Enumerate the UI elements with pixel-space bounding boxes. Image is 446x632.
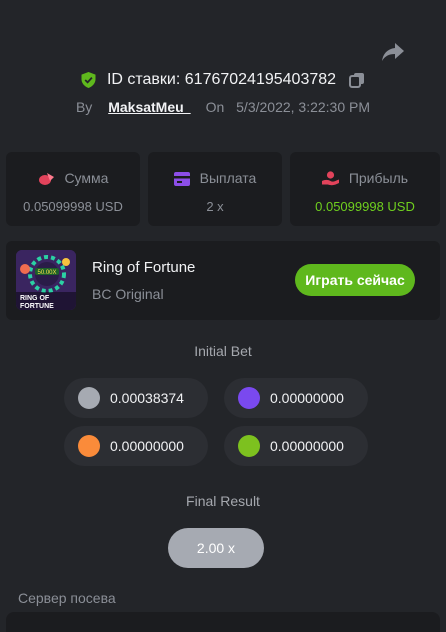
coin-amount: 0.00000000: [270, 438, 344, 454]
game-thumbnail[interactable]: 50.00X RING OF FORTUNE: [16, 250, 76, 310]
profit-hand-icon: [321, 171, 339, 186]
shield-check-icon: [81, 72, 96, 88]
by-label: By: [75, 99, 93, 115]
bet-id-row: ID ставки: 61767024195403782: [0, 71, 446, 89]
coin-icon: [78, 387, 100, 409]
on-label: On: [205, 99, 225, 115]
initial-bet-coin: 0.00000000: [224, 426, 368, 466]
game-name[interactable]: Ring of Fortune: [92, 259, 195, 276]
play-now-button[interactable]: Играть сейчас: [295, 264, 415, 296]
bet-id-label: ID ставки:: [106, 71, 181, 88]
thumb-badge: 50.00X: [37, 270, 56, 276]
coins-icon: [38, 173, 54, 185]
coin-amount: 0.00000000: [270, 390, 344, 406]
thumb-title-line1: RING OF: [20, 295, 50, 302]
stat-card-payout: Выплата 2 x: [148, 152, 282, 226]
coin-icon: [78, 435, 100, 457]
initial-bet-coin: 0.00038374: [64, 378, 208, 418]
final-result-title: Final Result: [186, 493, 260, 509]
bet-datetime: 5/3/2022, 3:22:30 PM: [236, 99, 371, 115]
stat-value: 0.05099998 USD: [315, 199, 415, 214]
username-link[interactable]: MaksatMeu: [108, 99, 190, 115]
coin-amount: 0.00000000: [110, 438, 184, 454]
server-seed-field[interactable]: [6, 612, 440, 632]
stat-value: 0.05099998 USD: [23, 199, 123, 214]
ring-of-fortune-artwork: 50.00X RING OF FORTUNE: [16, 250, 76, 310]
game-card: 50.00X RING OF FORTUNE Ring of Fortune B…: [6, 241, 440, 320]
initial-bet-title: Initial Bet: [194, 343, 252, 359]
final-result-value: 2.00 x: [168, 528, 264, 568]
server-seed-label: Сервер посева: [18, 590, 116, 606]
thumb-title-line2: FORTUNE: [20, 303, 54, 310]
stat-label: Сумма: [64, 170, 109, 186]
bet-author-row: By MaksatMeu On 5/3/2022, 3:22:30 PM: [0, 99, 446, 115]
stat-card-amount: Сумма 0.05099998 USD: [6, 152, 140, 226]
stat-label: Выплата: [199, 170, 257, 186]
copy-icon[interactable]: [348, 72, 365, 88]
coin-icon: [238, 435, 260, 457]
initial-bet-coin: 0.00000000: [224, 378, 368, 418]
share-icon[interactable]: [381, 41, 405, 63]
wallet-card-icon: [173, 172, 190, 186]
bet-id-value: 61767024195403782: [184, 71, 337, 88]
stat-card-profit: Прибыль 0.05099998 USD: [290, 152, 440, 226]
stat-label: Прибыль: [348, 170, 409, 186]
coin-amount: 0.00038374: [110, 390, 184, 406]
stat-value: 2 x: [206, 199, 224, 214]
initial-bet-coin: 0.00000000: [64, 426, 208, 466]
game-provider: BC Original: [92, 286, 164, 302]
coin-icon: [238, 387, 260, 409]
